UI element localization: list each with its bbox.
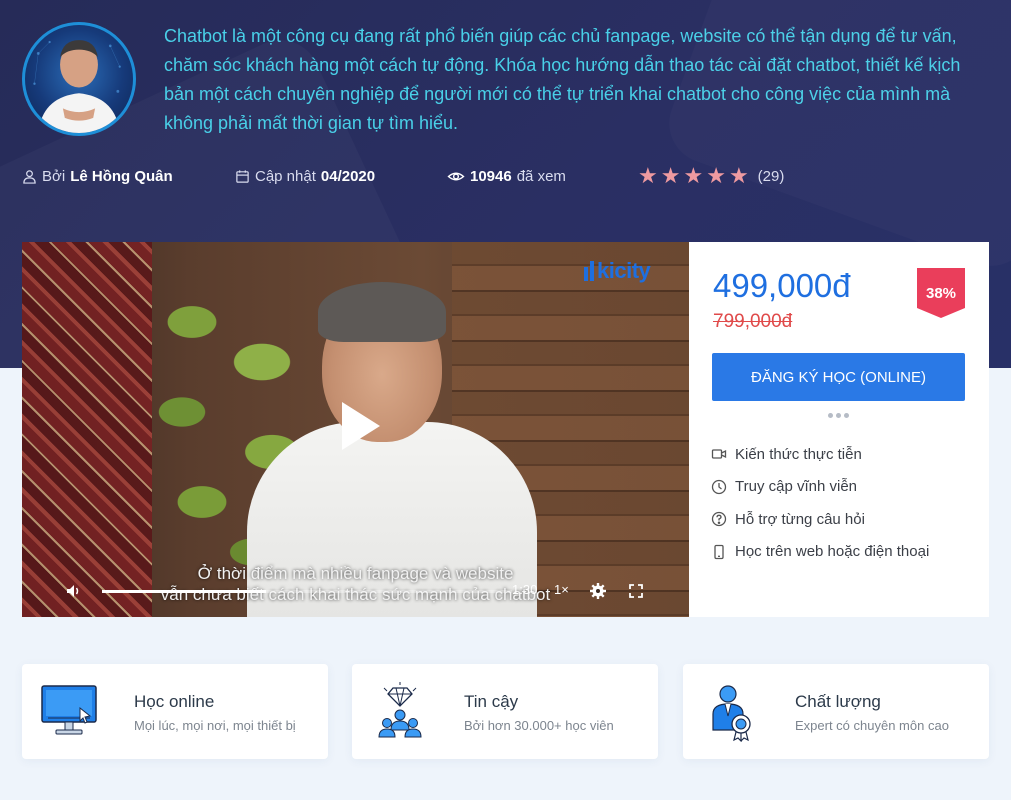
calendar-icon	[236, 170, 249, 183]
updated-meta: Cập nhật 04/2020	[235, 168, 375, 185]
benefit-card-quality: Chất lượng Expert có chuyên môn cao	[683, 664, 989, 759]
play-icon[interactable]	[338, 400, 382, 452]
star-icon: ★	[638, 163, 658, 188]
star-icon: ★	[706, 163, 726, 188]
feature-item: Kiến thức thực tiễn	[711, 438, 981, 471]
benefit-title: Học online	[134, 692, 215, 711]
eye-icon	[447, 172, 465, 181]
views-count: 10946	[470, 168, 512, 185]
views-meta: 10946 đã xem	[447, 168, 566, 185]
course-description: Chatbot là một công cụ đang rất phổ biến…	[164, 26, 961, 133]
video-icon	[711, 449, 727, 459]
feature-item: Học trên web hoặc điện thoại	[711, 536, 981, 569]
rating-meta: ★ ★ ★ ★ ★ (29)	[638, 163, 785, 188]
benefit-subtitle: Bởi hơn 30.000+ học viên	[464, 718, 614, 733]
video-frame-person-hair	[318, 282, 446, 342]
updated-date: 04/2020	[320, 168, 376, 185]
course-meta: Bởi Lê Hồng Quân Cập nhật 04/2020 10946 …	[22, 163, 1002, 188]
star-icon: ★	[660, 163, 681, 188]
monitor-icon	[41, 685, 97, 735]
benefit-subtitle: Mọi lúc, mọi nơi, mọi thiết bị	[134, 718, 296, 733]
clock-icon	[711, 479, 727, 494]
mobile-icon	[714, 544, 724, 559]
expert-badge-icon	[712, 685, 751, 742]
volume-icon[interactable]	[65, 582, 83, 600]
settings-gear-icon[interactable]	[589, 582, 607, 600]
benefit-title: Chất lượng	[795, 692, 881, 711]
user-icon	[23, 170, 36, 184]
feature-list: Kiến thức thực tiễn Truy cập vĩnh viễn H…	[711, 438, 981, 568]
rating-count: (29)	[757, 167, 785, 185]
feature-label: Truy cập vĩnh viễn	[735, 478, 857, 496]
original-price: 799,000đ	[713, 311, 793, 332]
feature-label: Hỗ trợ từng câu hỏi	[735, 510, 865, 528]
discount-badge: 38%	[917, 268, 965, 318]
kicity-logo: kicity	[584, 258, 651, 284]
feature-label: Kiến thức thực tiễn	[735, 445, 862, 463]
video-controls: 1:30 1×	[22, 578, 689, 608]
instructor-avatar	[22, 22, 136, 136]
video-progress-bar[interactable]	[102, 590, 512, 593]
rating-stars: ★ ★ ★ ★ ★	[638, 163, 749, 188]
star-icon: ★	[683, 163, 704, 188]
feature-label: Học trên web hoặc điện thoại	[735, 543, 930, 561]
star-icon: ★	[728, 163, 749, 188]
benefit-subtitle: Expert có chuyên môn cao	[795, 718, 949, 733]
updated-prefix: Cập nhật	[255, 168, 316, 185]
more-dots-icon[interactable]	[828, 413, 850, 419]
video-player[interactable]: kicity Ở thời điểm mà nhiều fanpage và w…	[22, 242, 689, 617]
question-icon	[711, 512, 727, 527]
feature-item: Truy cập vĩnh viễn	[711, 471, 981, 504]
logo-text: kicity	[597, 258, 651, 283]
pricing-panel: 499,000đ 799,000đ 38% ĐĂNG KÝ HỌC (ONLIN…	[689, 242, 989, 617]
views-suffix: đã xem	[516, 168, 566, 185]
feature-item: Hỗ trợ từng câu hỏi	[711, 503, 981, 536]
benefit-title: Tin cậy	[464, 692, 519, 711]
video-progress-fill	[102, 590, 266, 593]
author-prefix: Bởi	[42, 168, 66, 185]
logo-mark-icon	[584, 261, 594, 281]
diamond-users-icon	[378, 682, 422, 738]
author-name[interactable]: Lê Hồng Quân	[70, 168, 173, 185]
enroll-online-button[interactable]: ĐĂNG KÝ HỌC (ONLINE)	[712, 353, 965, 401]
benefit-card-trust: Tin cậy Bởi hơn 30.000+ học viên	[352, 664, 658, 759]
playback-speed[interactable]: 1×	[554, 582, 569, 597]
fullscreen-icon[interactable]	[627, 582, 645, 600]
current-price: 499,000đ	[713, 267, 851, 304]
video-time: 1:30	[512, 582, 538, 597]
author-meta: Bởi Lê Hồng Quân	[22, 168, 173, 185]
benefit-card-online: Học online Mọi lúc, mọi nơi, mọi thiết b…	[22, 664, 328, 759]
